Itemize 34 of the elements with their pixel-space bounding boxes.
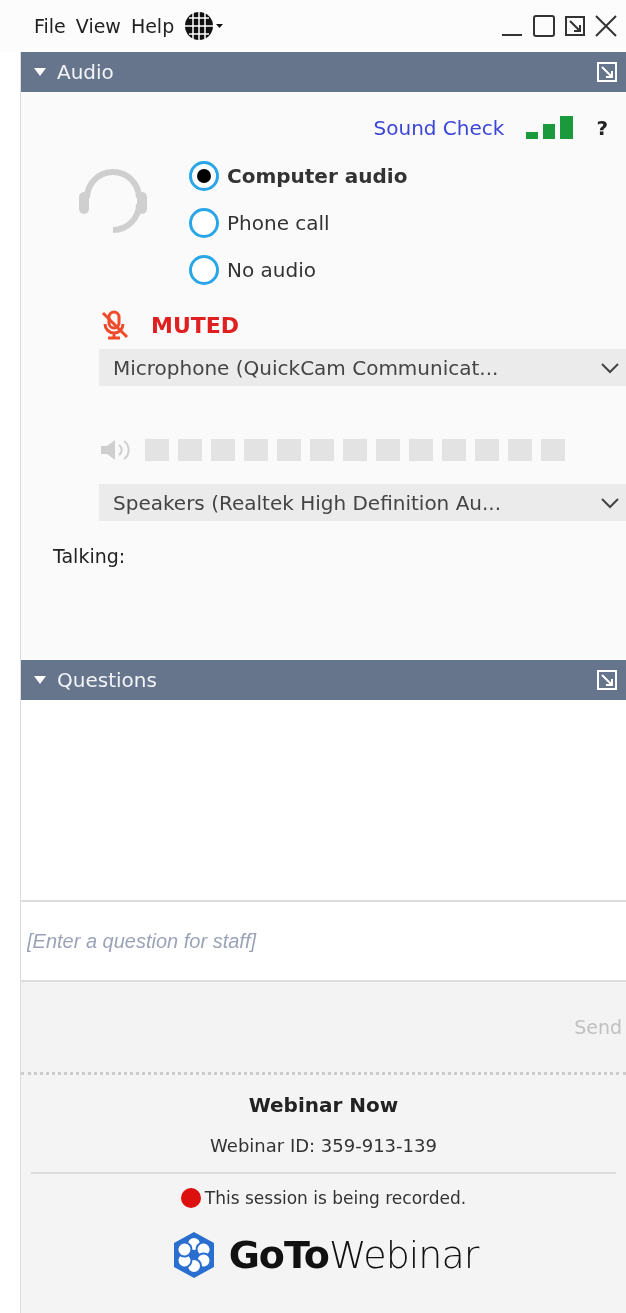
- muted-label: MUTED: [151, 312, 240, 338]
- speaker-dropdown[interactable]: Speakers (Realtek High Definition Au...: [99, 484, 626, 521]
- talking-label: Talking:: [52, 544, 127, 567]
- muted-microphone-icon[interactable]: [99, 309, 131, 341]
- chevron-icon: [600, 361, 620, 374]
- globe-icon[interactable]: [184, 10, 225, 42]
- section-title: Audio: [57, 60, 114, 84]
- recording-dot: [180, 1188, 201, 1208]
- audio-option[interactable]: No audio: [189, 252, 408, 287]
- recording-notice: This session is being recorded.: [204, 1188, 467, 1208]
- speaker-icon: [99, 438, 131, 462]
- signal-icon: [526, 116, 575, 140]
- maximize-icon[interactable]: [532, 14, 556, 38]
- menu-item[interactable]: View: [75, 15, 121, 37]
- microphone-dropdown[interactable]: Microphone (QuickCam Communicat...: [99, 349, 626, 386]
- chevron-icon: [600, 496, 620, 509]
- question-input[interactable]: [Enter a question for staff]: [21, 900, 626, 982]
- audio-option[interactable]: Phone call: [189, 205, 408, 240]
- sound-check-link[interactable]: Sound Check: [373, 116, 505, 140]
- popout-icon[interactable]: [564, 15, 586, 37]
- help-button[interactable]: ?: [596, 116, 608, 140]
- audio-option[interactable]: Computer audio: [189, 158, 408, 193]
- radio-button[interactable]: [189, 207, 219, 238]
- logo-wordmark: GoToWebinar: [228, 1233, 479, 1277]
- menu-item[interactable]: File: [34, 15, 66, 37]
- radio-button[interactable]: [189, 160, 219, 191]
- webinar-id: Webinar ID: 359-913-139: [210, 1135, 437, 1156]
- collapse-icon[interactable]: [33, 674, 47, 686]
- section-title: Questions: [57, 668, 157, 692]
- menu-item[interactable]: Help: [130, 15, 175, 37]
- radio-button[interactable]: [189, 254, 219, 285]
- close-icon[interactable]: [594, 14, 618, 38]
- collapse-icon[interactable]: [33, 66, 47, 78]
- webinar-title: Webinar Now: [248, 1093, 399, 1117]
